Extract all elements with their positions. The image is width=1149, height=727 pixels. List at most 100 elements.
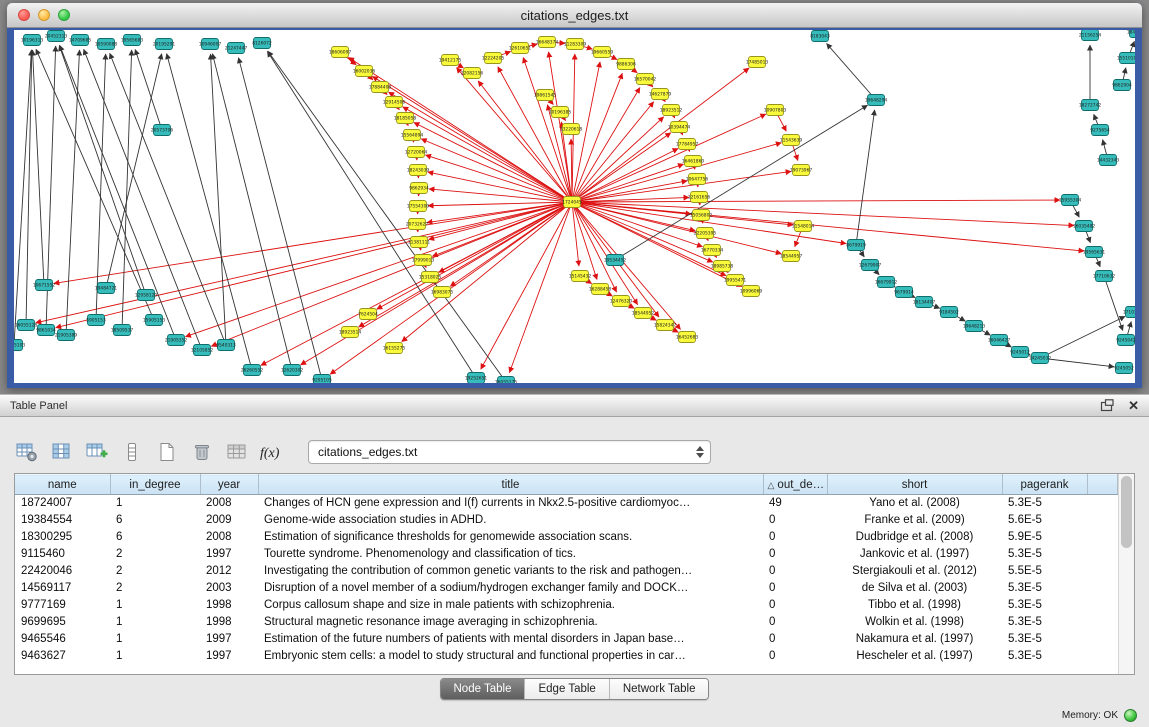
graph-node[interactable]: 16679912 [875,277,898,288]
table-mode-icon[interactable] [14,439,40,465]
table-row[interactable]: 1872400712008Changes of HCN gene express… [15,495,1118,513]
graph-node[interactable]: 16570042 [634,74,657,85]
graph-node[interactable]: 12620302 [281,365,304,376]
graph-node[interactable]: 11548014 [792,221,815,232]
graph-node[interactable]: 8183043 [810,31,830,42]
graph-node[interactable]: 15510104 [1117,53,1135,64]
import-table-icon[interactable] [224,439,250,465]
graph-node[interactable]: 9886306 [616,59,636,70]
graph-node[interactable]: 15905153 [143,315,166,326]
graph-node[interactable]: 10647756 [686,174,709,185]
graph-node[interactable]: 17103554 [1123,307,1135,318]
graph-node[interactable]: 19412175 [439,55,462,66]
graph-node[interactable]: 15056802 [690,210,713,221]
table-selector-dropdown[interactable]: citations_edges.txt [308,440,711,464]
column-header-in_degree[interactable]: in_degree [110,475,200,495]
graph-node[interactable]: 16046427 [988,335,1011,346]
column-header-pagerank[interactable]: pagerank [1002,475,1087,495]
graph-node[interactable]: 12105852 [191,345,214,356]
table-row[interactable]: 1830029562008Estimation of significance … [15,529,1118,546]
graph-node[interactable]: 7624504 [358,309,378,320]
graph-node[interactable]: 19252651 [465,373,488,384]
graph-node[interactable]: 17884408 [369,82,392,93]
graph-node[interactable]: 16055103 [14,340,25,351]
graph-node[interactable]: 18185058 [394,113,417,124]
graph-node[interactable]: 12224205 [482,53,505,64]
close-window-button[interactable] [18,9,30,21]
graph-node[interactable]: 16770334 [701,245,724,256]
graph-node[interactable]: 14432343 [1097,155,1120,166]
graph-node[interactable]: 5905153 [86,315,106,326]
graph-node[interactable]: 19955471 [724,275,747,286]
graph-node[interactable]: 18923514 [339,327,362,338]
graph-node[interactable]: 19660559 [591,47,614,58]
graph-node[interactable]: 9245012 [1010,347,1030,358]
graph-node[interactable]: 14245032 [1029,353,1052,364]
graph-node[interactable]: 19484721 [95,283,118,294]
column-header-year[interactable]: year [200,475,258,495]
graph-node[interactable]: 19565631 [1083,247,1106,258]
column-header-short[interactable]: short [827,475,1002,495]
graph-node[interactable]: 22082156 [461,68,484,79]
graph-node[interactable]: 12914506 [383,97,406,108]
graph-node[interactable]: 9295105 [312,375,332,384]
table-row[interactable]: 2242004622012Investigating the contribut… [15,563,1118,580]
graph-node[interactable]: 17710632 [1093,271,1116,282]
graph-node[interactable]: 18134407 [913,297,936,308]
graph-node[interactable]: 12679907 [859,260,882,271]
graph-node[interactable]: 20732627 [406,219,429,230]
graph-node[interactable]: 16461860 [682,156,705,167]
graph-node[interactable]: 17999013 [412,255,435,266]
scrollbar-thumb[interactable] [1121,476,1132,548]
graph-node[interactable]: 8679919 [846,240,866,251]
graph-node[interactable]: 17554300 [407,201,430,212]
graph-node[interactable]: 18985738 [711,261,734,272]
table-scrollbar[interactable] [1118,474,1134,674]
graph-node[interactable]: 15564894 [401,130,424,141]
graph-node[interactable]: 10196385 [549,107,572,118]
graph-node[interactable]: 20573706 [151,125,174,136]
graph-node[interactable]: 10907803 [764,105,787,116]
graph-node[interactable]: 9861034 [36,325,56,336]
graph-node[interactable]: 16155275 [383,343,406,354]
graph-node[interactable]: 9862934 [409,183,429,194]
graph-node[interactable]: 19861545 [534,90,557,101]
graph-node[interactable]: 16452683 [676,332,699,343]
graph-node[interactable]: 9862904 [1112,80,1132,91]
close-panel-icon[interactable]: ✕ [1128,399,1139,412]
table-row[interactable]: 946554611997Estimation of the future num… [15,631,1118,648]
graph-node[interactable]: 12958120 [135,290,158,301]
graph-node[interactable]: 21156254 [1079,30,1102,41]
graph-node[interactable]: 18544957 [780,251,803,262]
table-row[interactable]: 1938455462009Genome-wide association stu… [15,512,1118,529]
graph-node[interactable]: 12610651 [509,43,532,54]
graph-node[interactable]: 18243039 [407,165,430,176]
graph-node[interactable]: 12161656 [688,192,711,203]
graph-node[interactable]: 26260552 [241,365,264,376]
graph-node[interactable]: 20452313 [45,31,68,42]
function-builder-icon[interactable]: f(x) [259,439,285,465]
column-header-name[interactable]: name [15,475,110,495]
graph-node[interactable]: 16035482 [1073,221,1096,232]
graph-node[interactable]: 15318025 [419,272,442,283]
graph-node[interactable]: 11283309 [564,39,587,50]
graph-node[interactable]: 8126072 [252,38,272,49]
graph-node[interactable]: 12720064 [405,147,428,158]
graph-node[interactable]: 9184502 [939,307,959,318]
tab-network-table[interactable]: Network Table [609,679,709,699]
network-graph[interactable]: 1724045186060971600203617884408129145061… [14,30,1135,383]
table-row[interactable]: 946362711997Embryonic stem cells: a mode… [15,648,1118,665]
graph-node[interactable]: 18430802 [1127,30,1135,38]
table-row[interactable]: 1456911722003Disruption of a novel membe… [15,580,1118,597]
graph-node[interactable]: 10394474 [668,122,691,133]
graph-node[interactable]: 16055128 [15,320,38,331]
graph-node[interactable]: 9540313 [216,340,236,351]
graph-node[interactable]: 9245052 [1114,363,1134,374]
graph-node[interactable]: 16648374 [536,37,559,48]
graph-node[interactable]: 22205395 [694,228,717,239]
graph-node[interactable]: 11543639 [780,135,803,146]
graph-node[interactable]: 9275654 [1090,125,1110,136]
graph-node[interactable]: 16288458 [589,284,612,295]
graph-node[interactable]: 10590088 [95,39,118,50]
zoom-window-button[interactable] [58,9,70,21]
